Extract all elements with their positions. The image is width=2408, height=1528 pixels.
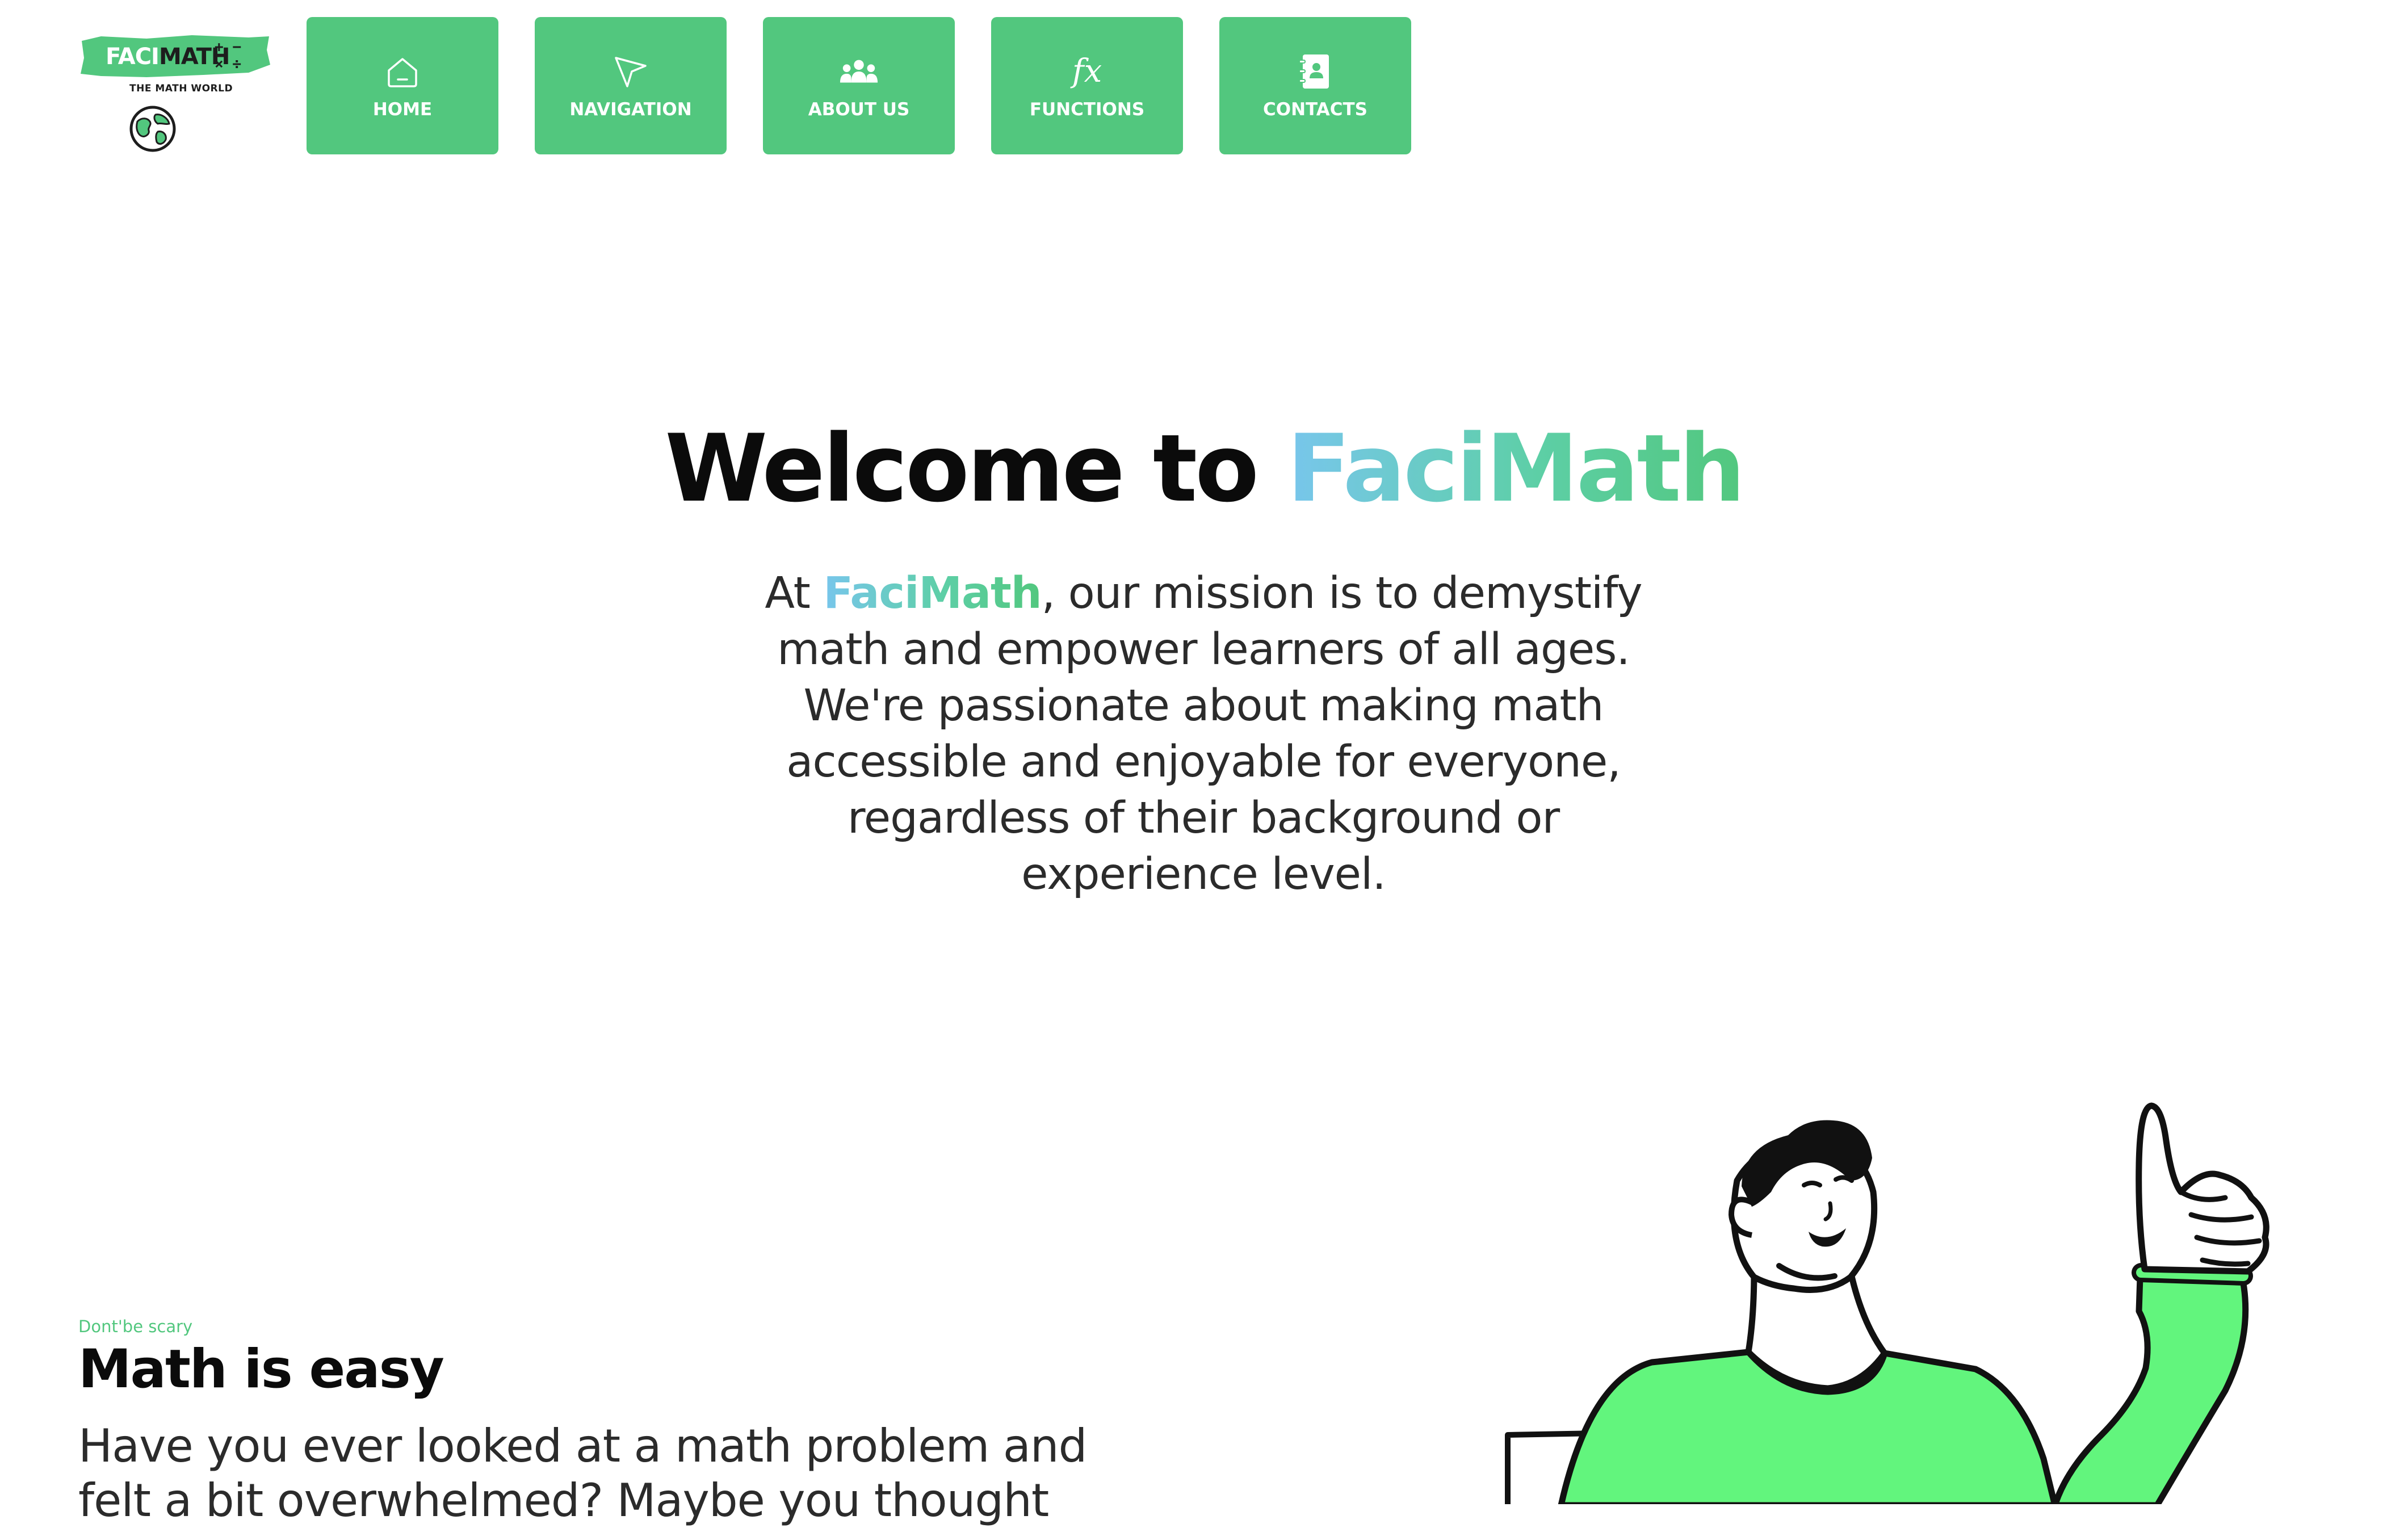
divide-sign: ÷ [232,56,241,73]
section-text: Have you ever looked at a math problem a… [78,1420,1087,1527]
logo-tagline: THE MATH WORLD [129,83,233,94]
nav-home-button[interactable]: HOME [307,17,498,154]
contact-book-icon [1295,52,1335,91]
title-brand: FaciMath [1287,414,1746,523]
plus-sign: + [215,39,224,56]
mission-prefix: At [765,568,811,619]
nav-about-us-label: ABOUT US [808,99,910,120]
logo-wordmark: FACIMATH [106,44,230,70]
mission-statement: At FaciMath, our mission is to demystify… [744,565,1663,902]
facimath-logo[interactable]: FACIMATH + − × ÷ THE MATH WORLD [78,33,271,154]
nav-about-us-button[interactable]: ABOUT US [763,17,955,154]
main-navigation: HOME NAVIGATION ABOUT US fx FUNCTIONS CO… [307,17,1411,154]
nav-contacts-label: CONTACTS [1262,99,1367,120]
nav-home-label: HOME [372,99,433,120]
section-title: Math is easy [78,1338,444,1400]
fx-icon: fx [1072,53,1102,90]
section-eyebrow: Dont'be scary [78,1317,193,1336]
logo-math-operators: + − × ÷ [215,39,260,75]
nav-navigation-label: NAVIGATION [569,99,692,120]
mission-brand: FaciMath [823,568,1042,619]
nav-contacts-button[interactable]: CONTACTS [1219,17,1411,154]
cursor-arrow-icon [611,52,651,91]
home-icon [383,52,422,91]
title-prefix: Welcome to [665,414,1259,523]
nav-navigation-button[interactable]: NAVIGATION [535,17,727,154]
people-icon [839,52,879,91]
nav-functions-label: FUNCTIONS [1029,99,1145,120]
globe-icon [129,106,176,152]
page-title: Welcome to FaciMath [0,414,2408,523]
thumbs-up-person-illustration [1505,1102,2269,1504]
nav-functions-button[interactable]: fx FUNCTIONS [991,17,1183,154]
times-sign: × [215,56,224,73]
minus-sign: − [232,39,241,56]
